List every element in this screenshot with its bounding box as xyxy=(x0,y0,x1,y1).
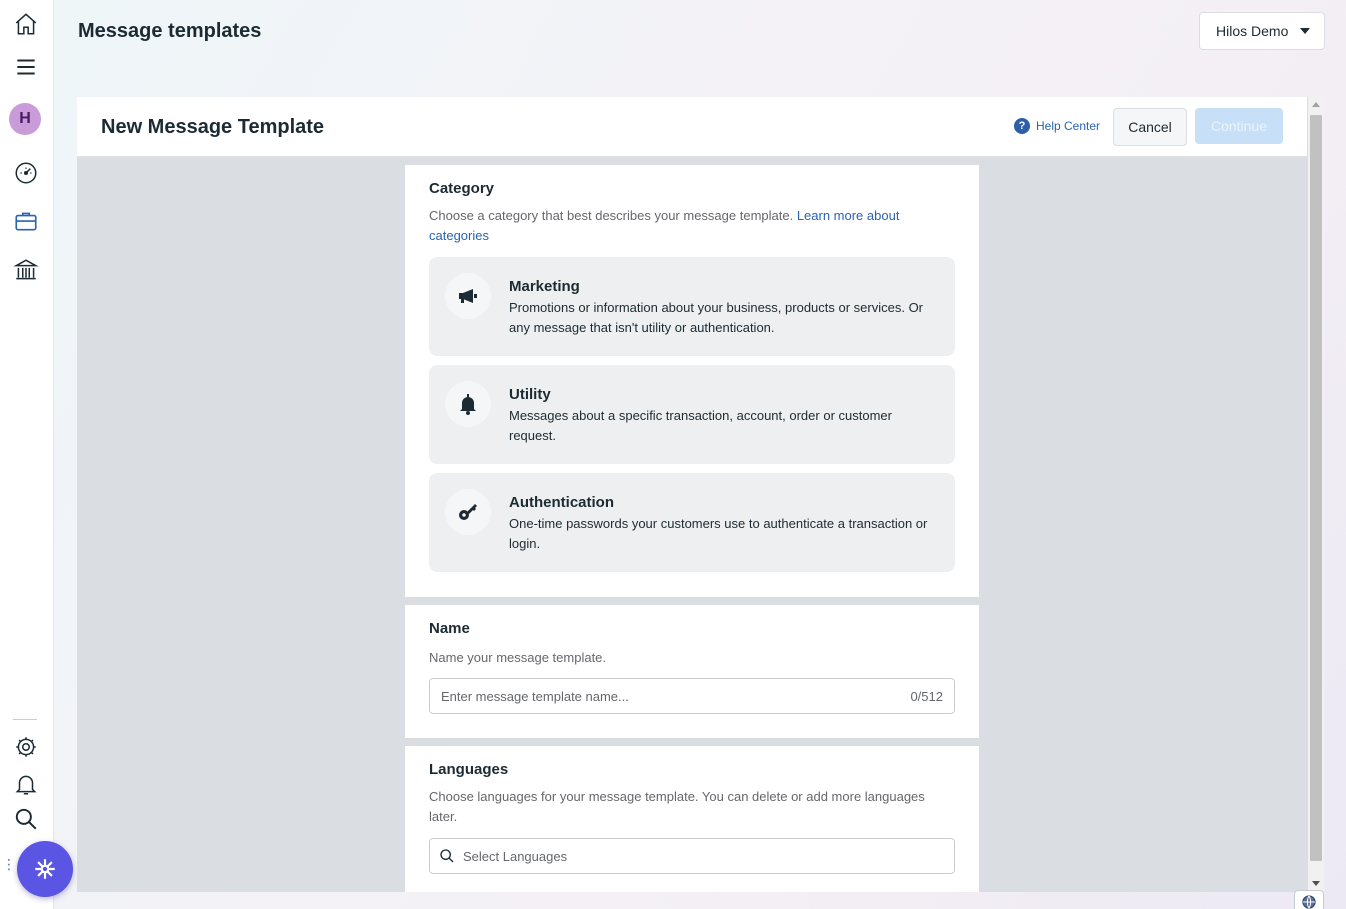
chevron-down-icon xyxy=(1300,28,1310,34)
bell-icon xyxy=(445,381,491,427)
scroll-up-icon[interactable] xyxy=(1312,102,1320,107)
new-template-panel: New Message Template ? Help Center Cance… xyxy=(77,97,1324,892)
name-card: Name Name your message template. Enter m… xyxy=(405,605,979,738)
cancel-button[interactable]: Cancel xyxy=(1113,108,1187,146)
help-center-link[interactable]: ? Help Center xyxy=(1014,118,1100,134)
option-text: One-time passwords your customers use to… xyxy=(509,516,928,551)
assistant-fab-button[interactable] xyxy=(17,841,73,897)
search-icon xyxy=(440,849,454,863)
option-text: Promotions or information about your bus… xyxy=(509,300,924,335)
languages-placeholder: Select Languages xyxy=(463,848,568,864)
help-center-label: Help Center xyxy=(1036,119,1101,133)
category-option-utility[interactable]: Utility Messages about a specific transa… xyxy=(429,365,955,464)
search-icon[interactable] xyxy=(11,804,41,834)
account-selector[interactable]: Hilos Demo xyxy=(1199,12,1325,50)
avatar[interactable]: H xyxy=(9,103,41,135)
institution-icon[interactable] xyxy=(11,255,41,285)
option-text: Messages about a specific transaction, a… xyxy=(509,408,892,443)
template-name-placeholder: Enter message template name... xyxy=(441,688,629,704)
category-description: Choose a category that best describes yo… xyxy=(429,208,900,243)
briefcase-icon[interactable] xyxy=(11,206,41,236)
category-heading: Category xyxy=(429,180,495,197)
gear-icon[interactable] xyxy=(11,732,41,762)
continue-button[interactable]: Continue xyxy=(1195,108,1283,144)
scrollbar-thumb[interactable] xyxy=(1310,115,1322,861)
languages-heading: Languages xyxy=(429,761,509,778)
question-icon: ? xyxy=(1014,118,1030,134)
category-option-marketing[interactable]: Marketing Promotions or information abou… xyxy=(429,257,955,356)
globe-icon[interactable] xyxy=(1294,890,1324,909)
page-title: Message templates xyxy=(78,20,262,42)
name-description: Name your message template. xyxy=(429,650,607,665)
category-option-authentication[interactable]: Authentication One-time passwords your c… xyxy=(429,473,955,572)
category-card: Category Choose a category that best des… xyxy=(405,165,979,597)
option-title: Marketing xyxy=(509,278,580,295)
languages-card: Languages Choose languages for your mess… xyxy=(405,746,979,892)
character-counter: 0/512 xyxy=(910,689,943,704)
name-heading: Name xyxy=(429,620,470,637)
megaphone-icon xyxy=(445,273,491,319)
template-name-input[interactable]: Enter message template name... 0/512 xyxy=(429,678,955,714)
sparkle-icon xyxy=(35,859,55,879)
scrollbar[interactable] xyxy=(1308,97,1324,892)
menu-icon[interactable] xyxy=(11,52,41,82)
panel-title: New Message Template xyxy=(101,116,325,138)
option-title: Utility xyxy=(509,386,551,403)
languages-select-input[interactable]: Select Languages xyxy=(429,838,955,874)
option-title: Authentication xyxy=(509,494,614,511)
languages-description: Choose languages for your message templa… xyxy=(429,789,925,824)
rail-divider xyxy=(13,719,37,720)
account-name: Hilos Demo xyxy=(1216,23,1289,39)
dashboard-icon[interactable] xyxy=(11,158,41,188)
bell-icon[interactable] xyxy=(11,769,41,799)
left-nav-rail: H ⋮⋮ xyxy=(0,0,54,909)
panel-header: New Message Template ? Help Center Cance… xyxy=(77,97,1307,157)
key-icon xyxy=(445,489,491,535)
home-icon[interactable] xyxy=(11,9,41,39)
scroll-down-icon[interactable] xyxy=(1312,881,1320,886)
